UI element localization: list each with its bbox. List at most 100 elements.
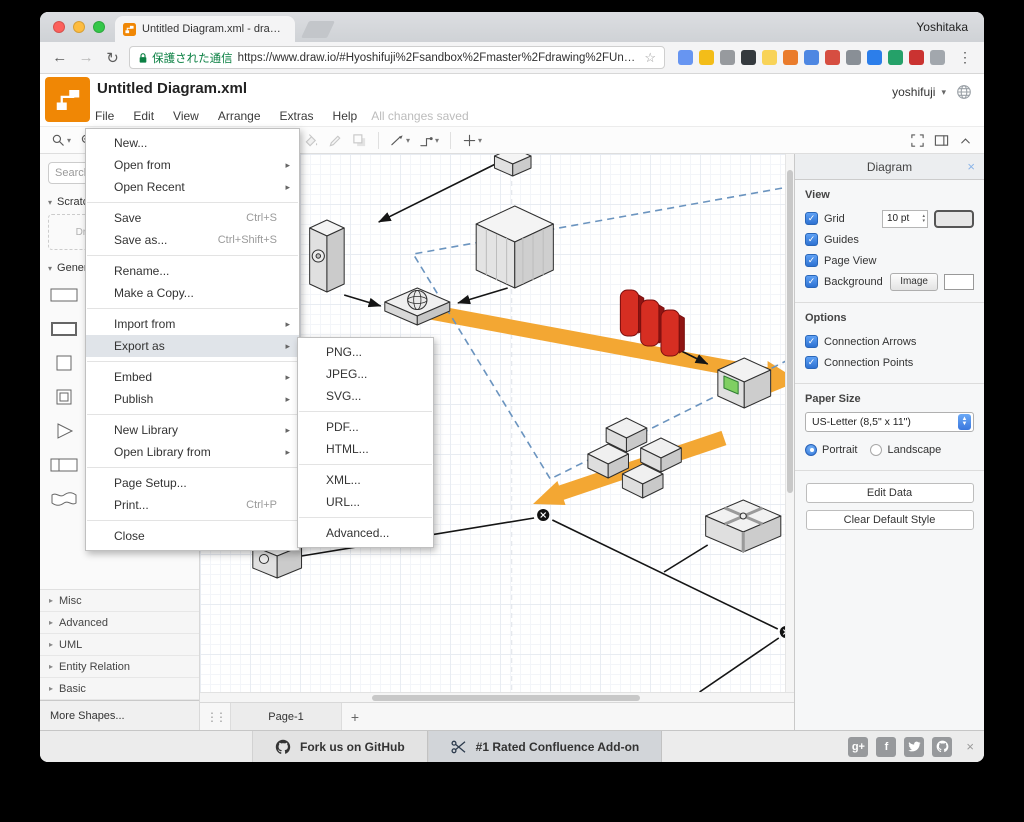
sidebar-section-misc[interactable]: ▸ Misc [40,590,199,612]
file-menu-item-print[interactable]: Print... Ctrl+P [86,494,299,516]
extension-icon[interactable] [677,50,693,65]
landscape-radio[interactable] [870,443,883,456]
waypoints-button[interactable]: ▾ [416,129,442,151]
horizontal-scrollbar[interactable] [200,692,794,702]
browser-tab[interactable]: Untitled Diagram.xml - draw.io [115,16,295,42]
tab-diagram[interactable]: Diagram [867,160,912,174]
export-menu-item-html[interactable]: HTML... [298,438,433,460]
page-tab[interactable]: Page-1 [230,703,342,730]
extension-icon[interactable] [824,50,840,65]
file-menu-item-publish[interactable]: Publish ▸ [86,388,299,410]
connection-button[interactable]: ▾ [387,129,413,151]
extension-icon[interactable] [845,50,861,65]
shape-tape[interactable] [46,482,83,515]
close-window-button[interactable] [53,21,65,33]
github-banner[interactable]: Fork us on GitHub [252,731,428,762]
export-menu-item-xml[interactable]: XML... [298,469,433,491]
shadow-button[interactable] [349,129,370,151]
confluence-banner[interactable]: #1 Rated Confluence Add-on [427,731,663,762]
file-menu-item-close[interactable]: Close [86,525,299,547]
extension-icon[interactable] [803,50,819,65]
menu-extras[interactable]: Extras [280,109,314,123]
export-menu-item-url[interactable]: URL... [298,491,433,513]
shape-square[interactable] [46,346,83,379]
address-bar[interactable]: 保護された通信 https://www.draw.io/#Hyoshifuji%… [129,46,665,69]
extension-icon[interactable] [719,50,735,65]
forward-button[interactable]: → [76,49,95,66]
grid-size-input[interactable]: 10 pt ▴ ▾ [882,209,928,228]
export-menu-item-png[interactable]: PNG... [298,341,433,363]
pages-handle[interactable]: ⋮⋮ [204,710,230,724]
github-social-icon[interactable] [932,736,953,757]
file-menu-item-save[interactable]: Save Ctrl+S [86,207,299,229]
file-menu-item-save-as[interactable]: Save as... Ctrl+Shift+S [86,229,299,251]
close-icon[interactable]: × [967,159,975,174]
page-view-checkbox[interactable]: ✓ [805,254,818,267]
googleplus-icon[interactable]: g+ [848,736,869,757]
zoom-window-button[interactable] [93,21,105,33]
menu-edit[interactable]: Edit [133,109,154,123]
export-menu-item-advanced[interactable]: Advanced... [298,522,433,544]
background-image-button[interactable]: Image [890,272,938,291]
insert-button[interactable]: ▾ [459,129,485,151]
shape-rectangle[interactable] [46,278,83,311]
bookmark-star-icon[interactable]: ☆ [644,50,656,66]
file-menu-item-open-recent[interactable]: Open Recent ▸ [86,176,299,198]
document-title[interactable]: Untitled Diagram.xml [97,80,247,97]
format-panel-button[interactable] [931,129,952,151]
grid-checkbox[interactable]: ✓ [805,212,818,225]
file-menu-item-make-a-copy[interactable]: Make a Copy... [86,282,299,304]
fill-color-button[interactable] [301,129,322,151]
security-badge[interactable]: 保護された通信 [138,50,233,66]
extension-icon[interactable] [782,50,798,65]
export-menu-item-jpeg[interactable]: JPEG... [298,363,433,385]
menu-view[interactable]: View [173,109,199,123]
extension-icon[interactable] [761,50,777,65]
stepper-icon[interactable]: ▴ ▾ [922,214,925,223]
menu-file[interactable]: File [95,109,114,123]
twitter-icon[interactable] [904,736,925,757]
more-shapes-button[interactable]: More Shapes... [40,700,199,730]
extension-icon[interactable] [740,50,756,65]
portrait-radio[interactable] [805,443,817,456]
paper-size-select[interactable]: US-Letter (8,5" x 11") ▲ ▼ [805,412,974,432]
export-menu-item-pdf[interactable]: PDF... [298,416,433,438]
extension-icon[interactable] [866,50,882,65]
file-menu-item-new-library[interactable]: New Library ▸ [86,419,299,441]
zoom-button[interactable]: ▾ [48,129,74,151]
extension-icon[interactable] [887,50,903,65]
extension-icon[interactable] [929,50,945,65]
menu-help[interactable]: Help [333,109,358,123]
sidebar-section-advanced[interactable]: ▸ Advanced [40,612,199,634]
account-menu[interactable]: yoshifuji ▾ [892,84,972,100]
extension-icon[interactable] [698,50,714,65]
sidebar-section-uml[interactable]: ▸ UML [40,634,199,656]
add-page-button[interactable]: + [342,709,368,725]
edit-data-button[interactable]: Edit Data [805,483,974,503]
close-footer-icon[interactable]: × [966,739,974,754]
connection-arrows-checkbox[interactable]: ✓ [805,335,818,348]
background-color-swatch[interactable] [944,273,974,290]
vertical-scrollbar[interactable] [785,154,794,692]
extension-icon[interactable] [908,50,924,65]
language-globe-icon[interactable] [956,84,972,100]
file-menu-item-open-from[interactable]: Open from ▸ [86,154,299,176]
reload-button[interactable]: ↻ [103,49,122,67]
minimize-window-button[interactable] [73,21,85,33]
clear-default-style-button[interactable]: Clear Default Style [805,510,974,530]
file-menu-item-import-from[interactable]: Import from ▸ [86,313,299,335]
export-menu-item-svg[interactable]: SVG... [298,385,433,407]
shape-framed-square[interactable] [46,380,83,413]
guides-checkbox[interactable]: ✓ [805,233,818,246]
grid-color-button[interactable] [934,209,974,228]
file-menu-item-export-as[interactable]: Export as ▸ [86,335,299,357]
shape-triangle[interactable] [46,414,83,447]
file-menu-item-page-setup[interactable]: Page Setup... [86,472,299,494]
facebook-icon[interactable]: f [876,736,897,757]
shape-split-rectangle[interactable] [46,448,83,481]
menu-arrange[interactable]: Arrange [218,109,261,123]
sidebar-section-entity-relation[interactable]: ▸ Entity Relation [40,656,199,678]
background-checkbox[interactable]: ✓ [805,275,818,288]
line-color-button[interactable] [325,129,346,151]
fullscreen-button[interactable] [907,129,928,151]
